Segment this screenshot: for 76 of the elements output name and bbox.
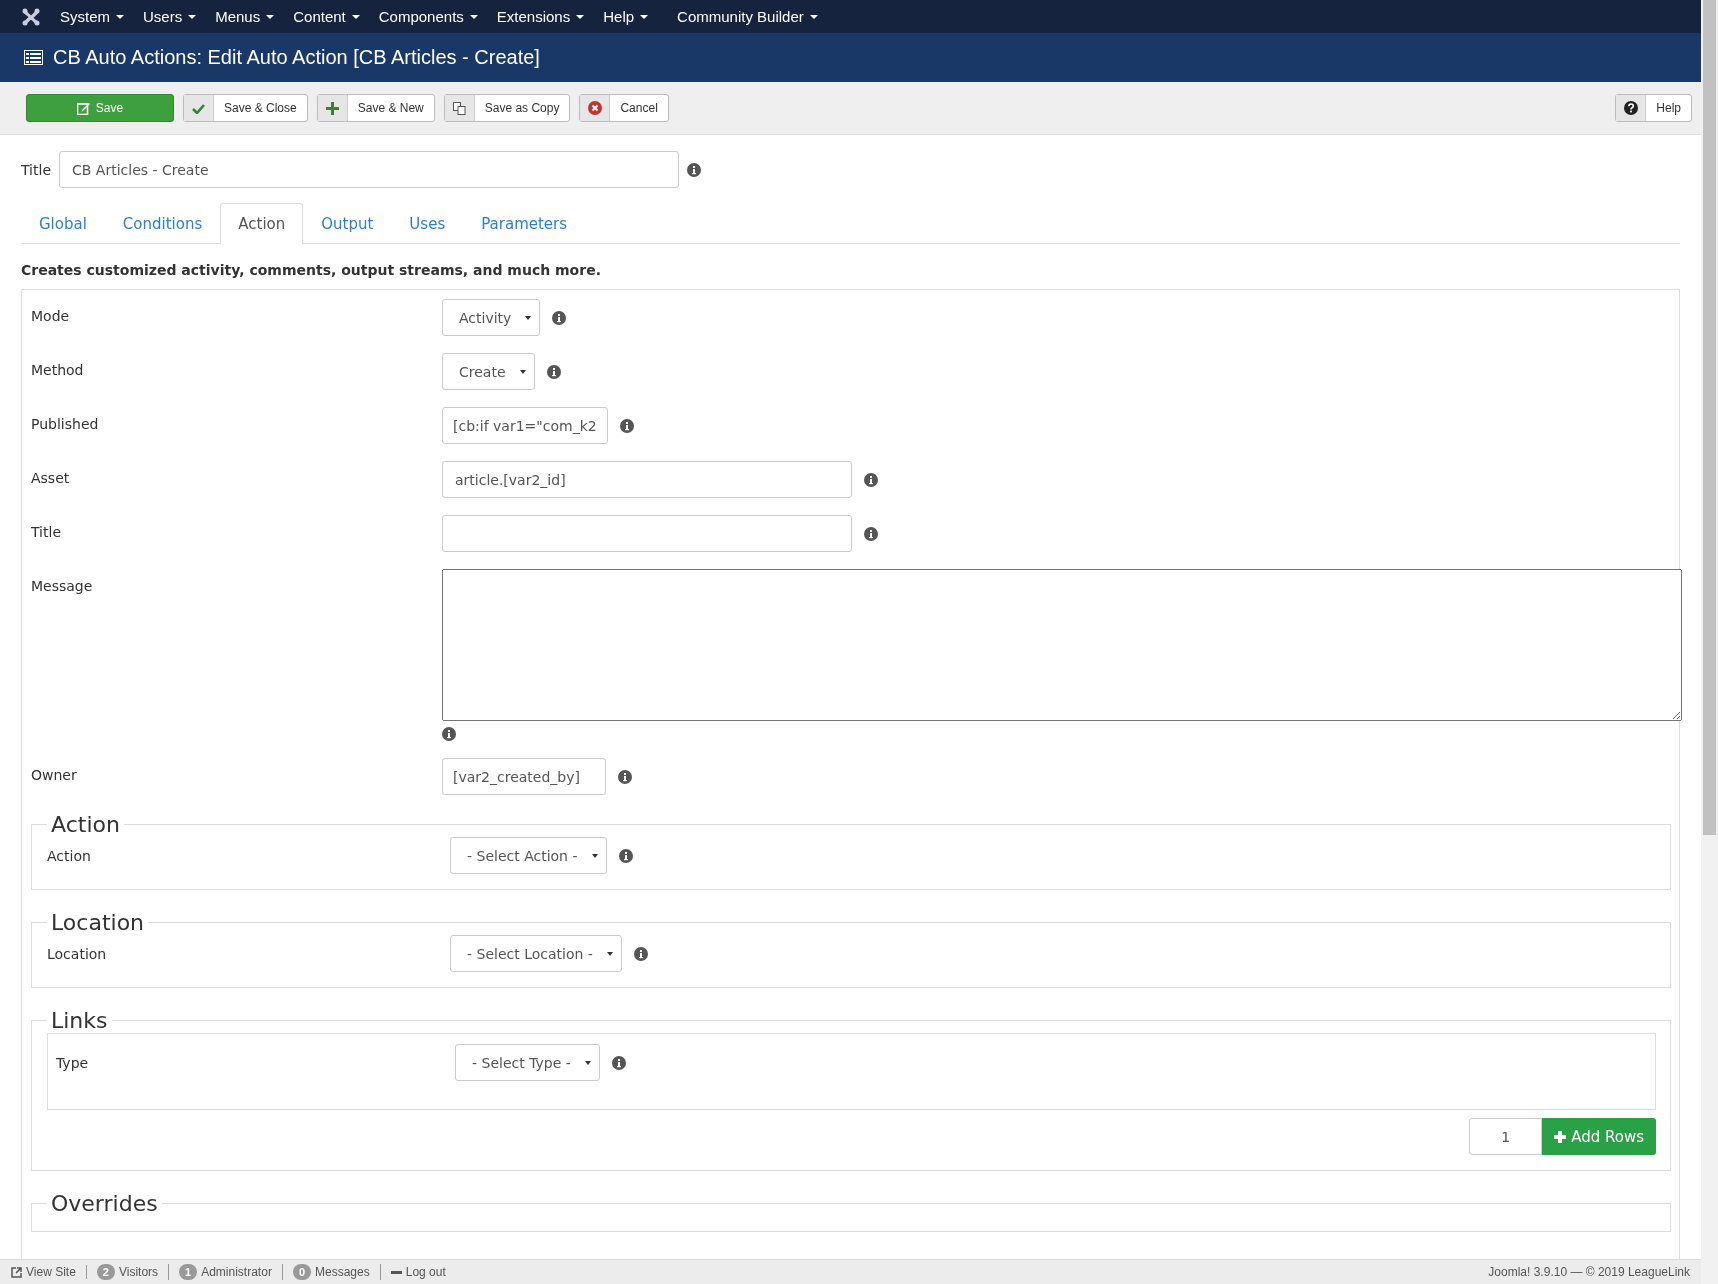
text-field[interactable]: [442, 515, 852, 552]
info-icon[interactable]: [618, 848, 633, 863]
description-text: Creates customized activity, comments, output streams, and much more.: [21, 262, 602, 278]
info-icon[interactable]: [864, 526, 878, 541]
title-field[interactable]: CB Articles - Create: [59, 151, 679, 188]
info-icon[interactable]: [864, 472, 878, 487]
info-icon[interactable]: [687, 162, 701, 177]
nav-menu[interactable]: Extensions: [496, 8, 585, 25]
toolbar-button[interactable]: Save & Close: [183, 94, 308, 122]
fieldset-legend: Links: [47, 1008, 112, 1033]
minus-icon: [390, 1270, 402, 1274]
field-label: Message: [31, 577, 94, 594]
field-label: Action: [47, 847, 92, 864]
cancel-icon: [587, 101, 602, 115]
help-button[interactable]: Help: [1615, 94, 1692, 122]
tab[interactable]: Output: [303, 203, 392, 244]
logo-icon[interactable]: [22, 7, 40, 26]
fieldset-legend: Location: [47, 910, 149, 935]
text-field[interactable]: [var2_created_by]: [442, 758, 606, 795]
nav-menu[interactable]: Help: [603, 8, 649, 25]
nav-menu[interactable]: Menus: [215, 8, 275, 25]
tab[interactable]: Parameters: [463, 203, 586, 244]
tab[interactable]: Action: [220, 203, 304, 244]
nav-menu[interactable]: Users: [143, 8, 197, 25]
text-field[interactable]: article.[var2_id]: [442, 461, 852, 498]
select-dropdown[interactable]: - Select Type -: [455, 1044, 600, 1081]
external-link-icon: [11, 1266, 22, 1278]
status-link[interactable]: 2 Visitors: [86, 1264, 170, 1280]
info-icon[interactable]: [611, 1055, 626, 1070]
field-label: Published: [31, 415, 100, 432]
field-label: Method: [31, 361, 85, 378]
status-link[interactable]: Log out: [380, 1265, 456, 1279]
field-label: Title: [21, 161, 51, 178]
info-icon[interactable]: [552, 310, 567, 325]
status-link[interactable]: 1 Administrator: [169, 1264, 283, 1280]
nav-menu[interactable]: System: [60, 8, 124, 25]
field-label: Mode: [31, 307, 71, 324]
help-icon: [1623, 101, 1638, 115]
tab[interactable]: Uses: [391, 203, 464, 244]
field-label: Asset: [31, 469, 71, 486]
select-dropdown[interactable]: - Select Location -: [450, 935, 622, 972]
scrollbar[interactable]: [1701, 0, 1718, 1284]
fieldset-legend: Overrides: [47, 1191, 162, 1216]
plus-icon: [1554, 1130, 1567, 1143]
copyright-text: Joomla! 3.9.10 — © 2019 LeagueLink: [1488, 1265, 1690, 1279]
info-icon[interactable]: [619, 418, 634, 433]
nav-menu[interactable]: Content: [293, 8, 360, 25]
plus-icon: [325, 101, 339, 115]
nav-menu[interactable]: Community Builder: [677, 8, 818, 25]
info-icon[interactable]: [618, 769, 632, 784]
select-dropdown[interactable]: Activity: [442, 299, 541, 336]
nav-menu[interactable]: Components: [378, 8, 478, 25]
info-icon[interactable]: [442, 727, 456, 741]
list-icon: [24, 50, 43, 65]
select-dropdown[interactable]: - Select Action -: [450, 837, 607, 874]
copy-icon: [452, 101, 466, 115]
field-label: Location: [47, 945, 108, 962]
row-count-field[interactable]: 1: [1469, 1118, 1543, 1155]
edit-icon: [76, 101, 90, 115]
page-title: CB Auto Actions: Edit Auto Action [CB Articles - Create]: [53, 46, 540, 69]
status-link[interactable]: 0 Messages: [282, 1264, 381, 1280]
tab[interactable]: Conditions: [104, 203, 221, 244]
status-link[interactable]: View Site: [11, 1265, 87, 1279]
field-label: Title: [31, 523, 62, 540]
fieldset-legend: Action: [47, 812, 124, 837]
select-dropdown[interactable]: Create: [442, 353, 535, 390]
info-icon[interactable]: [546, 364, 561, 379]
toolbar-button[interactable]: Save & New: [316, 94, 435, 122]
toolbar-button[interactable]: Save as Copy: [443, 94, 571, 122]
info-icon[interactable]: [633, 946, 648, 961]
text-field[interactable]: [cb:if var1="com_k2: [442, 407, 608, 444]
check-icon: [192, 102, 205, 114]
field-label: Owner: [31, 766, 78, 783]
toolbar-button[interactable]: Cancel: [579, 94, 669, 122]
field-label: Type: [56, 1054, 90, 1071]
tab[interactable]: Global: [21, 203, 105, 244]
